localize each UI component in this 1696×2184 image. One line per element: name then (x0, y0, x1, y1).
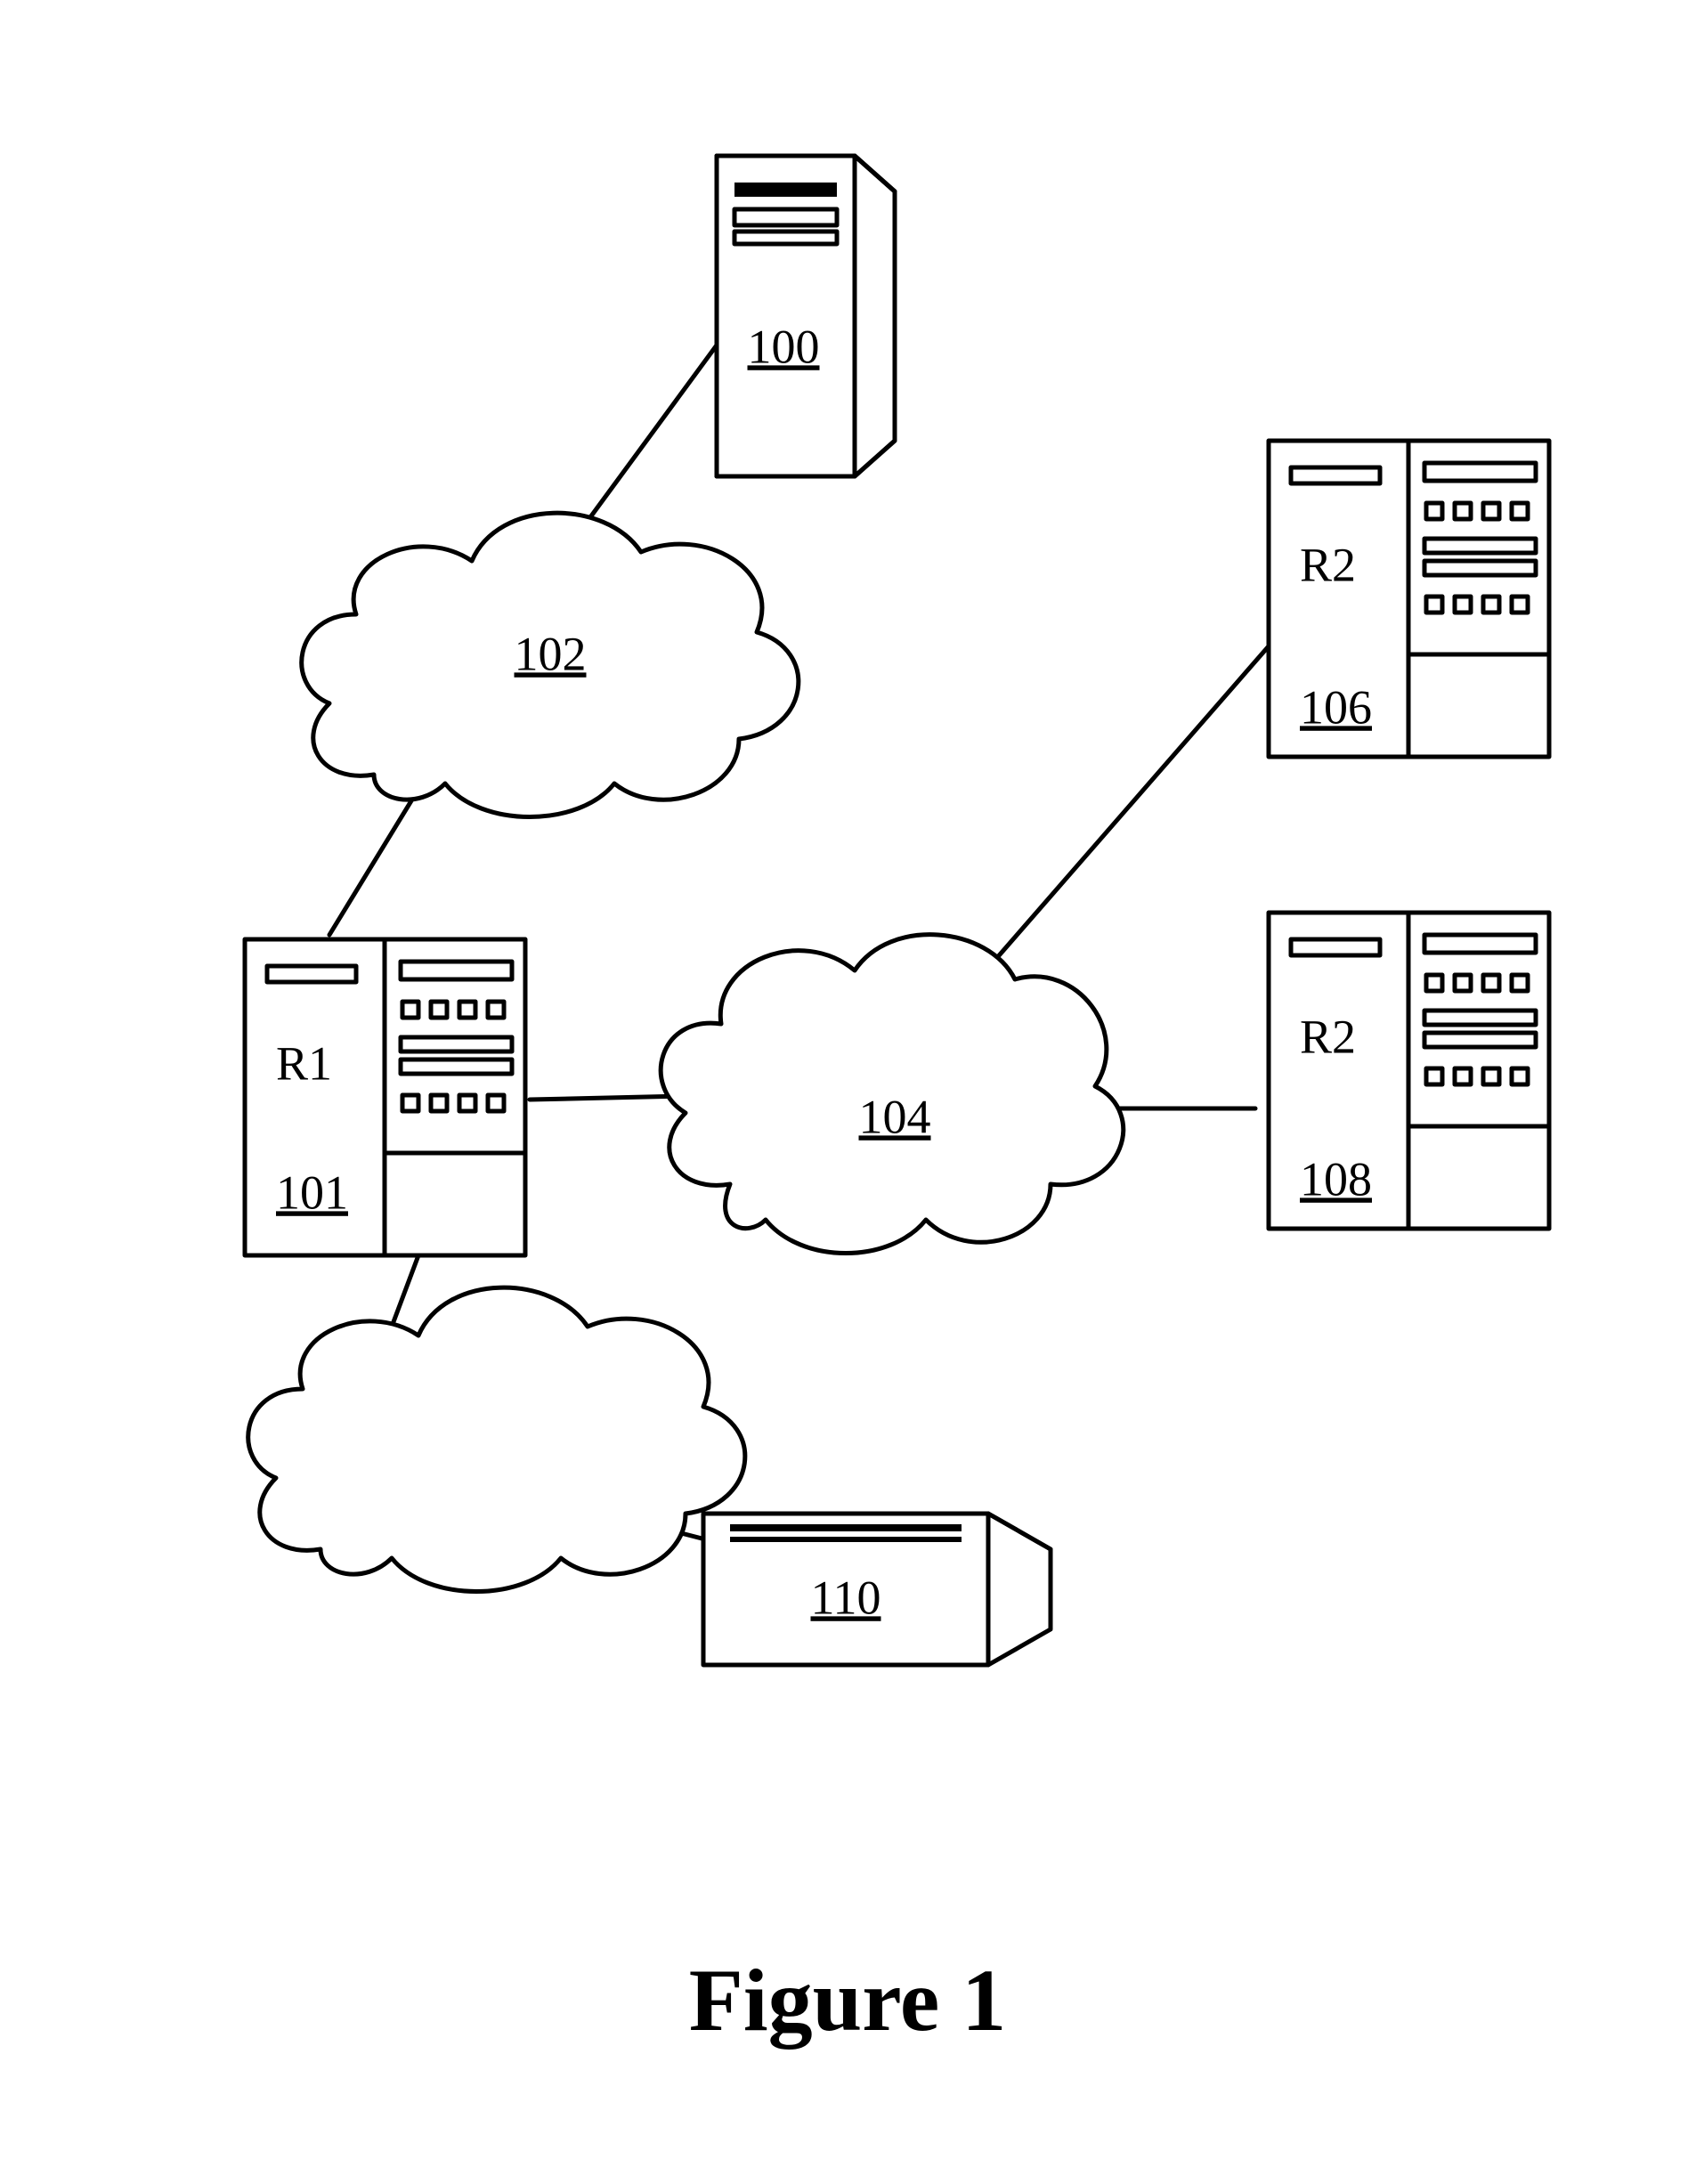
figure-caption: Figure 1 (689, 1951, 1006, 2050)
cloud-102: 102 (302, 513, 799, 816)
rack-r1-name: R1 (276, 1036, 332, 1090)
device-110-label: 110 (811, 1571, 881, 1624)
rack-r1: R1 101 (245, 939, 525, 1255)
link-r1-cloud3 (392, 1255, 418, 1327)
cloud-104: 104 (661, 935, 1123, 1254)
rack-r2-upper-label: 106 (1300, 680, 1372, 734)
link-104-r2upper (970, 641, 1273, 988)
rack-r2-lower: R2 108 (1269, 913, 1549, 1229)
server-100: 100 (717, 156, 895, 476)
cloud-bottom-left (248, 1287, 745, 1591)
cloud-102-label: 102 (515, 627, 587, 680)
server-100-label: 100 (748, 320, 820, 373)
rack-r2-lower-name: R2 (1300, 1010, 1356, 1063)
rack-r2-upper-name: R2 (1300, 538, 1356, 591)
cloud-104-label: 104 (859, 1090, 931, 1143)
figure-1-diagram: 100 102 104 (0, 0, 1696, 2184)
device-110: 110 (703, 1514, 1051, 1665)
rack-r1-label: 101 (276, 1165, 348, 1219)
rack-r2-lower-label: 108 (1300, 1152, 1372, 1206)
rack-r2-upper: R2 106 (1269, 441, 1549, 757)
